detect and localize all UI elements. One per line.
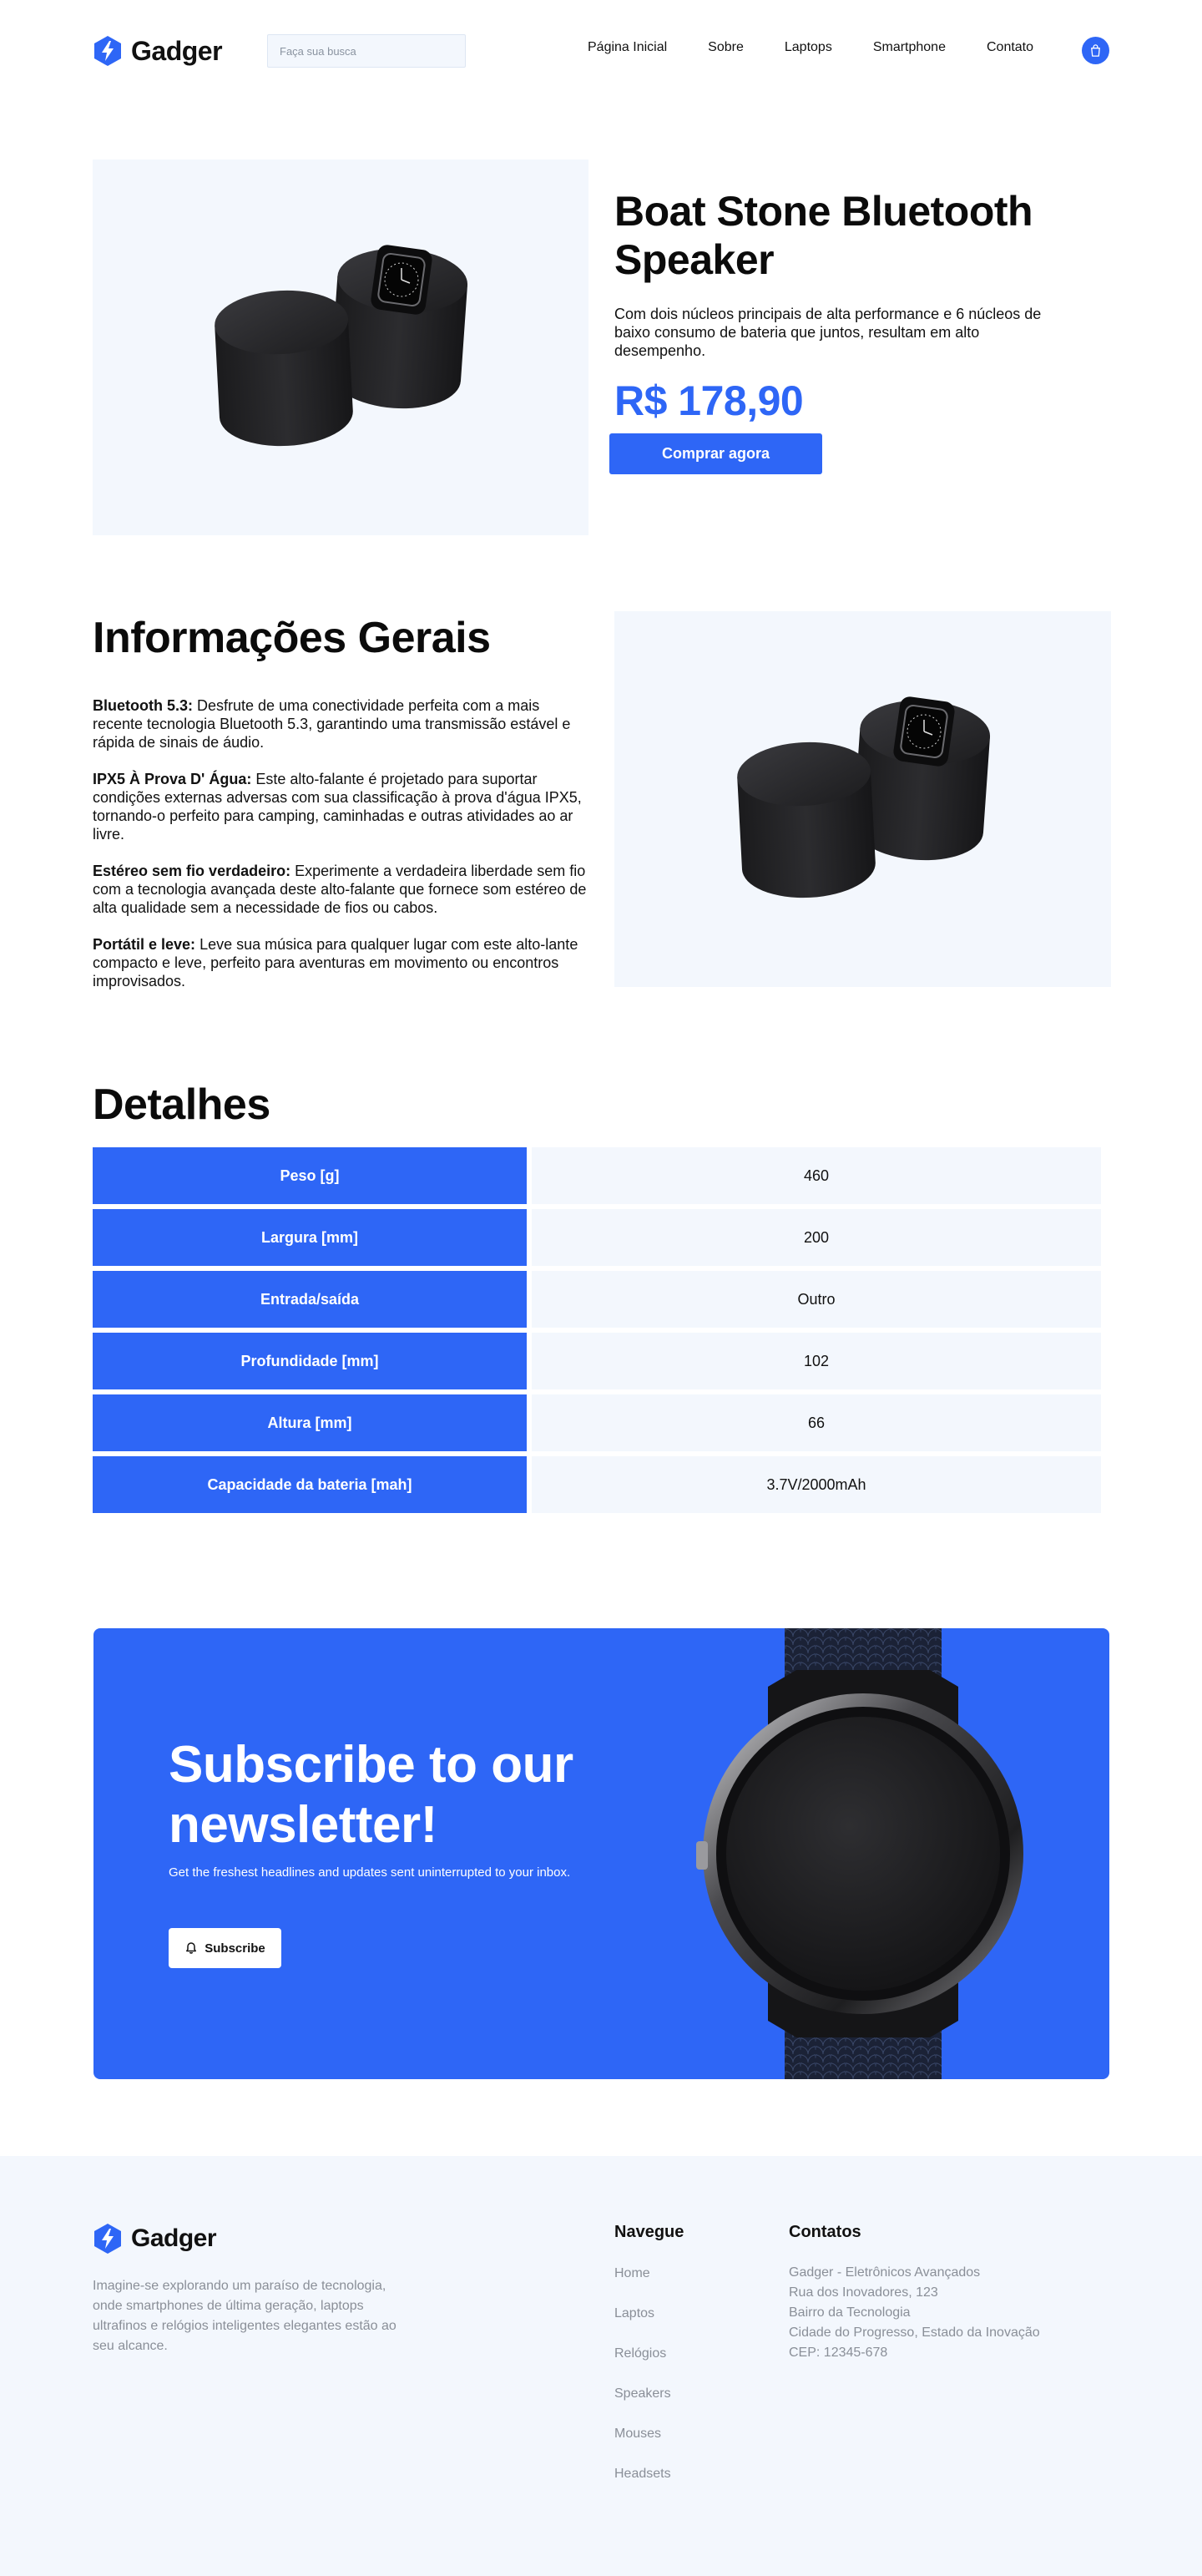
feature-item: Portátil e leve: Leve sua música para qu… <box>93 935 589 990</box>
search-input[interactable] <box>267 34 466 68</box>
feature-item: IPX5 À Prova D' Água: Este alto-falante … <box>93 770 589 843</box>
contact-line: Rua dos Inovadores, 123 <box>789 2285 938 2300</box>
spec-value: 3.7V/2000mAh <box>532 1456 1101 1513</box>
table-row: Peso [g] 460 <box>93 1147 1101 1204</box>
spec-key: Largura [mm] <box>93 1209 527 1266</box>
feature-item: Bluetooth 5.3: Desfrute de uma conectivi… <box>93 696 589 752</box>
spec-key: Peso [g] <box>93 1147 527 1204</box>
nav-link-contact[interactable]: Contato <box>987 40 1033 55</box>
footer-link-mouses[interactable]: Mouses <box>614 2425 671 2443</box>
spec-key: Capacidade da bateria [mah] <box>93 1456 527 1513</box>
main-nav: Página Inicial Sobre Laptops Smartphone … <box>588 40 1033 55</box>
footer-contact-title: Contatos <box>789 2223 861 2241</box>
feature-label: Estéreo sem fio verdadeiro: <box>93 863 291 879</box>
nav-link-laptops[interactable]: Laptops <box>785 40 832 55</box>
footer-about: Imagine-se explorando um paraíso de tecn… <box>93 2279 396 2353</box>
lightning-hexagon-icon <box>93 35 123 67</box>
feature-label: IPX5 À Prova D' Água: <box>93 771 252 787</box>
spec-key: Altura [mm] <box>93 1394 527 1451</box>
feature-label: Bluetooth 5.3: <box>93 697 193 714</box>
table-row: Entrada/saída Outro <box>93 1271 1101 1328</box>
product-description: Com dois núcleos principais de alta perf… <box>614 306 1042 359</box>
feature-label: Portátil e leve: <box>93 936 196 953</box>
footer-brand-name: Gadger <box>131 2224 217 2252</box>
table-row: Largura [mm] 200 <box>93 1209 1101 1266</box>
site-footer: Gadger Imagine-se explorando um paraíso … <box>0 2156 1202 2576</box>
general-info-title: Informações Gerais <box>93 614 491 662</box>
subscribe-button[interactable]: Subscribe <box>169 1928 281 1968</box>
nav-link-smartphone[interactable]: Smartphone <box>873 40 946 55</box>
feature-list: Bluetooth 5.3: Desfrute de uma conectivi… <box>93 696 589 1009</box>
footer-link-headsets[interactable]: Headsets <box>614 2465 671 2483</box>
contact-line: Gadger - Eletrônicos Avançados <box>789 2265 981 2280</box>
bell-icon <box>184 1941 198 1955</box>
newsletter-text: Get the freshest headlines and updates s… <box>169 1865 571 1880</box>
cart-button[interactable] <box>1082 37 1109 64</box>
feature-item: Estéreo sem fio verdadeiro: Experimente … <box>93 862 589 917</box>
table-row: Altura [mm] 66 <box>93 1394 1101 1451</box>
details-title: Detalhes <box>93 1081 270 1129</box>
spec-value: 460 <box>532 1147 1101 1204</box>
spec-value: 102 <box>532 1333 1101 1389</box>
lightning-hexagon-icon <box>93 2223 123 2255</box>
smartwatch-illustration <box>696 1628 1023 2079</box>
subscribe-label: Subscribe <box>205 1941 265 1956</box>
footer-link-speakers[interactable]: Speakers <box>614 2385 671 2403</box>
product-image-secondary <box>614 611 1111 987</box>
newsletter-title: Subscribe to our newsletter! <box>169 1736 573 1854</box>
contact-line: Cidade do Progresso, Estado da Inovação <box>789 2325 1040 2340</box>
footer-link-watches[interactable]: Relógios <box>614 2345 671 2363</box>
speaker-with-watch-illustration <box>736 696 990 898</box>
footer-nav-title: Navegue <box>614 2223 684 2241</box>
table-row: Capacidade da bateria [mah] 3.7V/2000mAh <box>93 1456 1101 1513</box>
speaker-with-watch-illustration <box>215 245 468 447</box>
product-price: R$ 178,90 <box>614 377 804 424</box>
footer-brand-logo[interactable]: Gadger <box>93 2223 217 2255</box>
footer-nav: Home Laptos Relógios Speakers Mouses Hea… <box>614 2265 671 2505</box>
spec-key: Profundidade [mm] <box>93 1333 527 1389</box>
brand-logo[interactable]: Gadger <box>93 35 223 67</box>
spec-value: Outro <box>532 1271 1101 1328</box>
spec-value: 66 <box>532 1394 1101 1451</box>
product-title: Boat Stone Bluetooth Speaker <box>614 188 1033 283</box>
spec-key: Entrada/saída <box>93 1271 527 1328</box>
footer-link-home[interactable]: Home <box>614 2265 671 2283</box>
newsletter-banner: Subscribe to our newsletter! Get the fre… <box>93 1628 1109 2079</box>
site-header: Gadger Página Inicial Sobre Laptops Smar… <box>0 0 1202 102</box>
nav-link-about[interactable]: Sobre <box>708 40 744 55</box>
footer-contact: Gadger - Eletrônicos Avançados Rua dos I… <box>789 2263 1123 2363</box>
table-row: Profundidade [mm] 102 <box>93 1333 1101 1389</box>
buy-now-button[interactable]: Comprar agora <box>609 433 822 474</box>
spec-value: 200 <box>532 1209 1101 1266</box>
spec-table: Peso [g] 460 Largura [mm] 200 Entrada/sa… <box>93 1147 1101 1518</box>
nav-link-home[interactable]: Página Inicial <box>588 40 667 55</box>
contact-line: CEP: 12345-678 <box>789 2346 888 2360</box>
contact-line: Bairro da Tecnologia <box>789 2305 911 2320</box>
footer-link-laptops[interactable]: Laptos <box>614 2305 671 2323</box>
brand-name: Gadger <box>131 35 223 66</box>
product-image <box>93 159 588 535</box>
shopping-bag-icon <box>1088 43 1103 58</box>
